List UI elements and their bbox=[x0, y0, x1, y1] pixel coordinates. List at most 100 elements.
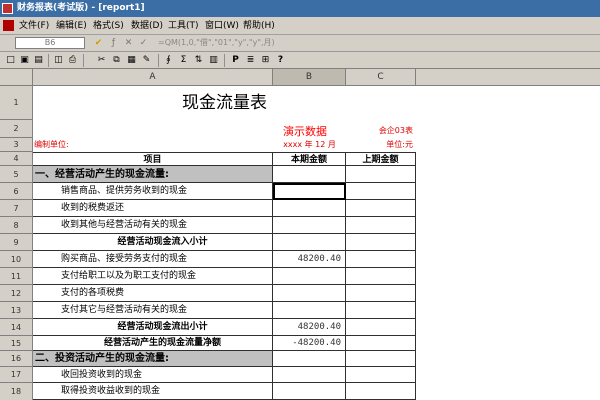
row-header[interactable]: 13 bbox=[0, 302, 33, 319]
row-header[interactable]: 5 bbox=[0, 166, 33, 183]
value-cell[interactable] bbox=[346, 367, 416, 383]
cut-icon[interactable]: ✂ bbox=[95, 54, 108, 67]
align-icon[interactable]: ⊞ bbox=[259, 54, 272, 67]
cell-c16[interactable] bbox=[346, 351, 416, 367]
window-title-bar[interactable]: 财务报表(考试版) - [report1] bbox=[0, 0, 600, 17]
format-painter-icon[interactable]: ✎ bbox=[140, 54, 153, 67]
row-header[interactable]: 3 bbox=[0, 138, 33, 152]
row-header[interactable]: 1 bbox=[0, 86, 33, 120]
confirm-formula-icon[interactable]: ✓ bbox=[137, 37, 150, 49]
row-header[interactable]: 4 bbox=[0, 152, 33, 166]
value-cell[interactable] bbox=[346, 251, 416, 268]
column-header-c[interactable]: C bbox=[346, 69, 416, 86]
new-icon[interactable]: □ bbox=[4, 54, 17, 67]
sum-icon[interactable]: Σ bbox=[177, 54, 190, 67]
menu-file[interactable]: 文件(F) bbox=[19, 20, 49, 33]
row-header[interactable]: 17 bbox=[0, 367, 33, 383]
row-header[interactable]: 6 bbox=[0, 183, 33, 200]
header-item[interactable]: 项目 bbox=[33, 152, 273, 166]
cell-reference-box[interactable]: B6 bbox=[15, 37, 85, 49]
value-cell[interactable]: -48200.40 bbox=[273, 336, 346, 351]
row-header[interactable]: 15 bbox=[0, 336, 33, 351]
value-cell[interactable] bbox=[273, 383, 346, 400]
document-icon[interactable] bbox=[3, 20, 14, 31]
header-previous[interactable]: 上期金额 bbox=[346, 152, 416, 166]
row-header[interactable]: 2 bbox=[0, 120, 33, 138]
item-label[interactable]: 收到的税费返还 bbox=[33, 200, 273, 217]
chart-icon[interactable]: ▥ bbox=[207, 54, 220, 67]
value-cell[interactable] bbox=[273, 234, 346, 251]
sort-icon[interactable]: ⇅ bbox=[192, 54, 205, 67]
value-cell[interactable] bbox=[273, 217, 346, 234]
value-cell[interactable] bbox=[346, 302, 416, 319]
menu-window[interactable]: 窗口(W) bbox=[205, 20, 239, 33]
row-header[interactable]: 18 bbox=[0, 383, 33, 400]
value-cell[interactable] bbox=[346, 268, 416, 285]
row-header[interactable]: 7 bbox=[0, 200, 33, 217]
subtotal-label[interactable]: 经营活动现金流入小计 bbox=[33, 234, 273, 251]
spreadsheet-grid[interactable]: 现金流量表 会企03表 编制单位: xxxx 年 12 月 单位:元 演示数据 … bbox=[33, 86, 600, 400]
value-cell[interactable] bbox=[346, 234, 416, 251]
section-operating[interactable]: 一、经营活动产生的现金流量: bbox=[33, 166, 273, 183]
print-icon[interactable]: ⎙ bbox=[66, 54, 79, 67]
fill-icon[interactable]: ≣ bbox=[244, 54, 257, 67]
column-header-b[interactable]: B bbox=[273, 69, 346, 86]
save-icon[interactable]: ▤ bbox=[32, 54, 45, 67]
row-header[interactable]: 14 bbox=[0, 319, 33, 336]
value-cell[interactable] bbox=[346, 200, 416, 217]
value-cell[interactable] bbox=[346, 383, 416, 400]
selected-cell-b6[interactable] bbox=[273, 183, 346, 200]
value-cell[interactable]: 48200.40 bbox=[273, 251, 346, 268]
value-cell[interactable] bbox=[346, 285, 416, 302]
item-label[interactable]: 取得投资收益收到的现金 bbox=[33, 383, 273, 400]
menu-edit[interactable]: 编辑(E) bbox=[56, 20, 87, 33]
copy-icon[interactable]: ⧉ bbox=[110, 54, 123, 67]
menu-data[interactable]: 数据(D) bbox=[131, 20, 163, 33]
menu-format[interactable]: 格式(S) bbox=[93, 20, 124, 33]
cancel-formula-icon[interactable]: ✕ bbox=[122, 37, 135, 49]
cell-b5[interactable] bbox=[273, 166, 346, 183]
value-cell[interactable] bbox=[346, 336, 416, 351]
menu-tools[interactable]: 工具(T) bbox=[168, 20, 199, 33]
cell-b16[interactable] bbox=[273, 351, 346, 367]
row-header[interactable]: 10 bbox=[0, 251, 33, 268]
help-icon[interactable]: ? bbox=[274, 54, 287, 67]
item-label[interactable]: 收回投资收到的现金 bbox=[33, 367, 273, 383]
item-label[interactable]: 支付其它与经营活动有关的现金 bbox=[33, 302, 273, 319]
bold-p-icon[interactable]: P bbox=[229, 54, 242, 67]
value-cell[interactable] bbox=[273, 200, 346, 217]
cell-c6[interactable] bbox=[346, 183, 416, 200]
item-label[interactable]: 支付给职工以及为职工支付的现金 bbox=[33, 268, 273, 285]
item-label[interactable]: 购买商品、接受劳务支付的现金 bbox=[33, 251, 273, 268]
value-cell[interactable] bbox=[346, 217, 416, 234]
accept-formula-icon[interactable]: ✔ bbox=[92, 37, 105, 49]
value-cell[interactable] bbox=[346, 319, 416, 336]
section-investing[interactable]: 二、投资活动产生的现金流量: bbox=[33, 351, 273, 367]
item-label[interactable]: 支付的各项税费 bbox=[33, 285, 273, 302]
header-current[interactable]: 本期金额 bbox=[273, 152, 346, 166]
row-header[interactable]: 8 bbox=[0, 217, 33, 234]
net-cashflow-label[interactable]: 经营活动产生的现金流量净额 bbox=[33, 336, 273, 351]
function-icon[interactable]: ∮ bbox=[162, 54, 175, 67]
cell-c5[interactable] bbox=[346, 166, 416, 183]
function-wizard-icon[interactable]: ƒ bbox=[107, 37, 120, 49]
row-header[interactable]: 12 bbox=[0, 285, 33, 302]
menu-help[interactable]: 帮助(H) bbox=[243, 20, 275, 33]
column-header-a[interactable]: A bbox=[33, 69, 273, 86]
item-label[interactable]: 收到其他与经营活动有关的现金 bbox=[33, 217, 273, 234]
print-preview-icon[interactable]: ◫ bbox=[52, 54, 65, 67]
open-icon[interactable]: ▣ bbox=[18, 54, 31, 67]
value-cell[interactable] bbox=[273, 367, 346, 383]
paste-icon[interactable]: ▦ bbox=[125, 54, 138, 67]
value-cell[interactable]: 48200.40 bbox=[273, 319, 346, 336]
select-all-corner[interactable] bbox=[0, 69, 33, 86]
row-header[interactable]: 11 bbox=[0, 268, 33, 285]
value-cell[interactable] bbox=[273, 268, 346, 285]
formula-input[interactable]: =QM(1,0,"借","01","y","y",月) bbox=[158, 37, 358, 49]
item-label[interactable]: 销售商品、提供劳务收到的现金 bbox=[33, 183, 273, 200]
value-cell[interactable] bbox=[273, 285, 346, 302]
row-header[interactable]: 9 bbox=[0, 234, 33, 251]
subtotal-label[interactable]: 经营活动现金流出小计 bbox=[33, 319, 273, 336]
value-cell[interactable] bbox=[273, 302, 346, 319]
row-header[interactable]: 16 bbox=[0, 351, 33, 367]
